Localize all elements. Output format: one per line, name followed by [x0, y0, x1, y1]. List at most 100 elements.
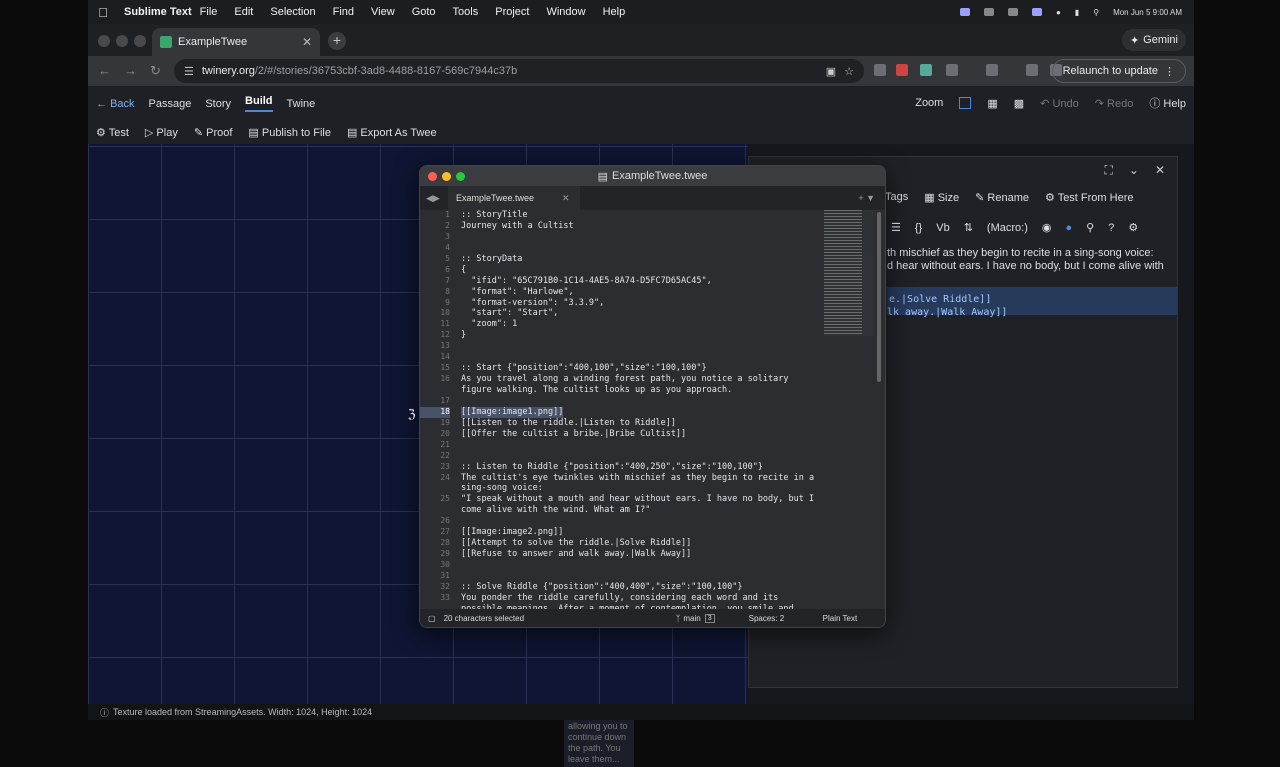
editor-tab-label: ExampleTwee.twee: [456, 193, 535, 203]
tab-passage[interactable]: Passage: [149, 98, 192, 110]
code-line: [[Offer the cultist a bribe.|Bribe Culti…: [461, 428, 687, 439]
close-icon[interactable]: ✕: [1155, 163, 1165, 177]
test-button[interactable]: ⚙ Test: [96, 126, 129, 139]
undo-button[interactable]: ↶ Undo: [1040, 97, 1079, 110]
macro-button[interactable]: (Macro:): [987, 222, 1028, 234]
close-tab-icon[interactable]: ✕: [302, 35, 312, 49]
play-button[interactable]: ▷ Play: [145, 126, 178, 139]
menu-tools[interactable]: Tools: [453, 6, 488, 18]
tags-button[interactable]: Tags: [885, 191, 908, 204]
syntax[interactable]: Plain Text: [823, 614, 858, 623]
eye-icon[interactable]: ◉: [1042, 221, 1052, 234]
zoom-medium-icon[interactable]: ▦: [987, 97, 997, 110]
question-icon[interactable]: ?: [1108, 222, 1114, 234]
zoom-large-icon[interactable]: [959, 97, 972, 109]
menu-edit[interactable]: Edit: [234, 6, 262, 18]
install-icon[interactable]: ▣: [826, 65, 836, 78]
menu-view[interactable]: View: [371, 6, 404, 18]
tab-search-icon[interactable]: [986, 64, 998, 76]
tab-menu-icon[interactable]: + ▼: [858, 193, 875, 203]
more-menu-icon[interactable]: ⋮: [1164, 65, 1175, 78]
minimize-window-button[interactable]: [116, 35, 128, 47]
line-number: 22: [440, 450, 450, 460]
menu-goto[interactable]: Goto: [412, 6, 445, 18]
code-editor[interactable]: :: StoryTitle Journey with a Cultist:: St…: [461, 210, 821, 609]
wifi-icon[interactable]: ●: [1056, 8, 1061, 17]
status-icon[interactable]: [983, 8, 994, 16]
panel-toggle-icon[interactable]: ▢: [428, 614, 436, 623]
extension-icon[interactable]: [920, 64, 932, 76]
search-icon[interactable]: ⚲: [1086, 221, 1094, 234]
status-icon[interactable]: [1007, 8, 1018, 16]
gemini-button[interactable]: ✦ Gemini: [1121, 29, 1186, 51]
apple-icon[interactable]: : [88, 5, 118, 20]
menu-help[interactable]: Help: [603, 6, 635, 18]
redo-button[interactable]: ↷ Redo: [1095, 97, 1134, 110]
menu-file[interactable]: File: [200, 6, 227, 18]
publish-to-file-button[interactable]: ▤ Publish to File: [248, 126, 331, 139]
vertical-scrollbar[interactable]: [877, 212, 881, 382]
browser-tab[interactable]: ExampleTwee ✕: [152, 28, 320, 56]
sublime-status-bar: ▢ 20 characters selected ᛉ main 3 Spaces…: [420, 609, 885, 627]
battery-icon[interactable]: ▮: [1075, 8, 1079, 17]
site-info-icon[interactable]: ☰: [184, 65, 194, 78]
tab-nav-arrows-icon[interactable]: ◀▶: [426, 193, 440, 204]
back-button[interactable]: ← Back: [96, 98, 135, 110]
minimap[interactable]: [824, 210, 874, 336]
braces-icon[interactable]: {}: [915, 222, 922, 234]
line-number: 10: [440, 308, 450, 318]
bookmark-star-icon[interactable]: ☆: [844, 65, 854, 78]
editor-tab[interactable]: ExampleTwee.twee ✕: [448, 186, 580, 210]
git-branch-icon[interactable]: ᛉ: [676, 614, 681, 623]
close-window-button[interactable]: [428, 172, 437, 181]
hook-icon[interactable]: ⇅: [964, 221, 973, 234]
app-menu[interactable]: Sublime Text: [124, 6, 192, 18]
tab-twine[interactable]: Twine: [287, 98, 316, 110]
zoom-small-icon[interactable]: ▩: [1014, 97, 1024, 110]
tab-story[interactable]: Story: [205, 98, 231, 110]
back-arrow-icon[interactable]: ←: [98, 63, 111, 78]
close-window-button[interactable]: [98, 35, 110, 47]
relaunch-button[interactable]: Relaunch to update ⋮: [1051, 59, 1186, 83]
maximize-window-button[interactable]: [134, 35, 146, 47]
comment-icon[interactable]: ●: [1065, 222, 1072, 234]
menu-project[interactable]: Project: [495, 6, 538, 18]
address-bar[interactable]: ☰ twinery.org/2/#/stories/36753cbf-3ad8-…: [174, 59, 864, 83]
new-tab-button[interactable]: +: [328, 32, 346, 50]
align-icon[interactable]: ☰: [891, 221, 901, 234]
menu-selection[interactable]: Selection: [270, 6, 324, 18]
rename-button[interactable]: ✎ Rename: [975, 191, 1029, 204]
collapse-icon[interactable]: ⌄: [1129, 163, 1139, 177]
extensions-puzzle-icon[interactable]: [946, 64, 958, 76]
extension-icon[interactable]: [874, 64, 886, 76]
download-icon[interactable]: [1026, 64, 1038, 76]
passage-text[interactable]: th mischief as they begin to recite in a…: [887, 247, 1177, 273]
menu-find[interactable]: Find: [333, 6, 363, 18]
forward-arrow-icon[interactable]: →: [124, 63, 137, 78]
test-from-here-button[interactable]: ⚙ Test From Here: [1045, 191, 1134, 204]
tab-build[interactable]: Build: [245, 95, 273, 112]
proof-button[interactable]: ✎ Proof: [194, 126, 233, 139]
line-number: 16: [440, 374, 450, 384]
extension-icon[interactable]: [896, 64, 908, 76]
status-icon[interactable]: [1031, 8, 1042, 16]
sublime-title-bar: ▤ ExampleTwee.twee: [420, 166, 885, 186]
close-tab-icon[interactable]: ✕: [562, 193, 570, 204]
help-button[interactable]: ⓘ Help: [1149, 95, 1186, 111]
size-button[interactable]: ▦ Size: [924, 191, 959, 204]
maximize-icon[interactable]: ⛶: [1104, 163, 1112, 177]
git-branch[interactable]: main: [683, 614, 700, 623]
status-icon[interactable]: [959, 8, 970, 16]
search-icon[interactable]: ⚲: [1093, 8, 1099, 17]
indentation[interactable]: Spaces: 2: [749, 614, 823, 623]
settings-gear-icon[interactable]: ⚙: [1128, 221, 1138, 234]
export-as-twee-button[interactable]: ▤ Export As Twee: [347, 126, 437, 139]
minimize-window-button[interactable]: [442, 172, 451, 181]
line-number: [420, 385, 450, 396]
reload-icon[interactable]: ↻: [150, 63, 161, 79]
variable-icon[interactable]: Vb: [936, 222, 949, 234]
menu-window[interactable]: Window: [546, 6, 594, 18]
clock[interactable]: Mon Jun 5 9:00 AM: [1113, 8, 1182, 17]
maximize-window-button[interactable]: [456, 172, 465, 181]
